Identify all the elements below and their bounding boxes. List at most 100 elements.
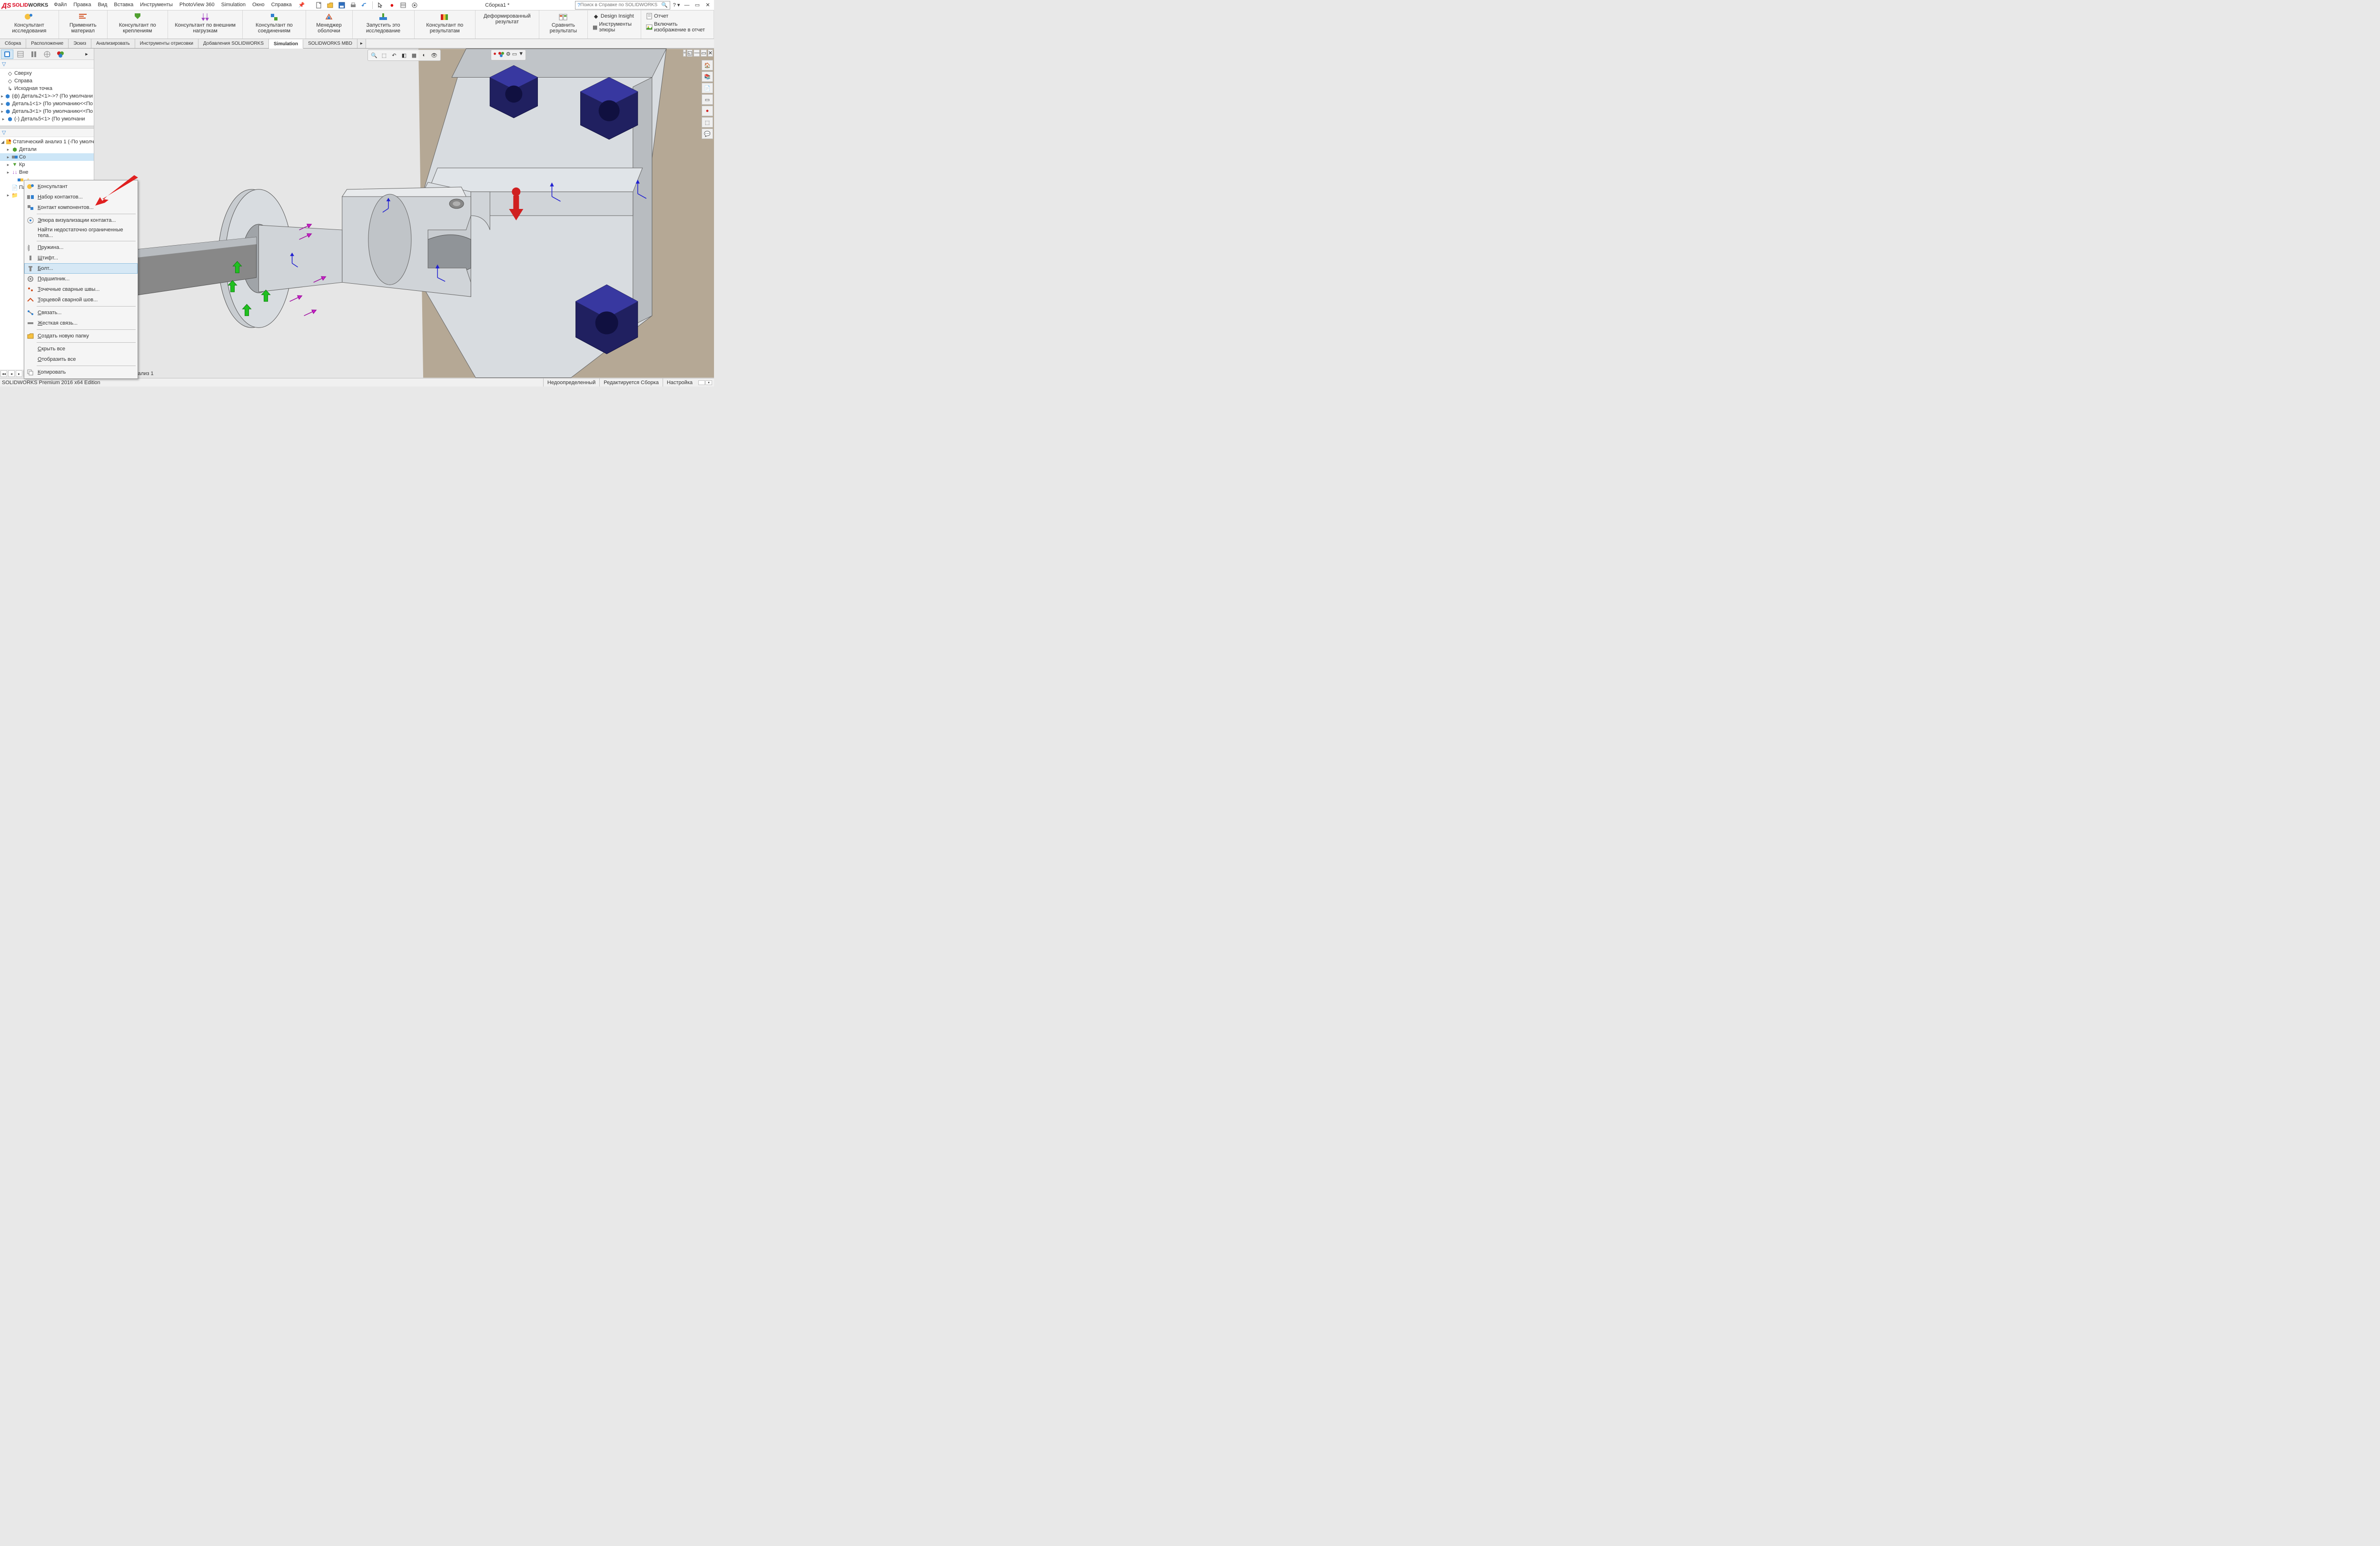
pane-appearance-icon[interactable]: ● <box>702 106 713 116</box>
compare-button[interactable]: Сравнить результаты <box>542 11 585 35</box>
status-btn-1[interactable] <box>698 380 705 385</box>
menu-window[interactable]: Окно <box>252 2 265 8</box>
ctx-new-folder[interactable]: Создать новую папку <box>24 331 138 341</box>
tree-parts[interactable]: ▸⬢Детали <box>0 146 94 153</box>
options-icon[interactable] <box>398 1 408 10</box>
tree-part-3[interactable]: ▸⬢Деталь3<1> (По умолчанию<<По <box>0 108 94 115</box>
section-icon[interactable]: ◧ <box>400 51 408 59</box>
undo-icon[interactable] <box>360 1 369 10</box>
scroll-next-icon[interactable]: ▸ <box>16 370 22 377</box>
menu-photoview[interactable]: PhotoView 360 <box>179 2 215 8</box>
ctx-edge-weld[interactable]: Торцевой сварной шов... <box>24 295 138 305</box>
tree-right-plane[interactable]: ◇Справа <box>0 77 94 85</box>
vp-min-icon[interactable]: — <box>694 50 700 57</box>
pane-forum-icon[interactable]: 💬 <box>702 129 713 139</box>
tree-study[interactable]: ◢Статический анализ 1 (-По умолчань <box>0 138 94 146</box>
ctx-rigid[interactable]: Жесткая связь... <box>24 318 138 328</box>
menu-edit[interactable]: Правка <box>73 2 91 8</box>
tab-layout[interactable]: Расположение <box>26 39 69 48</box>
apply-scene-icon[interactable] <box>498 51 505 59</box>
menu-insert[interactable]: Вставка <box>114 2 133 8</box>
vp-close-icon[interactable]: ✕ <box>708 50 713 57</box>
zoom-fit-icon[interactable]: 🔍 <box>370 51 378 59</box>
maximize-icon[interactable]: ▭ <box>693 1 702 10</box>
tab-sketch[interactable]: Эскиз <box>69 39 91 48</box>
new-icon[interactable] <box>314 1 324 10</box>
ctx-underconstrained[interactable]: Найти недостаточно ограниченные тела... <box>24 226 138 240</box>
report-button[interactable]: Отчет <box>644 12 670 20</box>
display-state-icon[interactable]: ▼ <box>518 51 524 59</box>
tab-scroll-right[interactable]: ▸ <box>357 39 366 48</box>
tree-origin[interactable]: ↳Исходная точка <box>0 85 94 92</box>
ctx-link[interactable]: Связать... <box>24 307 138 318</box>
menu-view[interactable]: Вид <box>98 2 107 8</box>
ctx-show-all[interactable]: Отобразить все <box>24 354 138 365</box>
pane-doc-icon[interactable]: 📄 <box>702 83 713 93</box>
zoom-area-icon[interactable]: ⬚ <box>380 51 388 59</box>
minimize-icon[interactable]: — <box>683 1 691 10</box>
menu-file[interactable]: Файл <box>54 2 67 8</box>
status-btn-2[interactable]: ▾ <box>705 380 712 385</box>
tree-top-plane[interactable]: ◇Сверху <box>0 69 94 77</box>
open-icon[interactable] <box>326 1 335 10</box>
scroll-prev-icon[interactable]: ◂ <box>8 370 15 377</box>
tree-part-4[interactable]: ▸⬢(-) Деталь5<1> (По умолчани <box>0 115 94 123</box>
funnel-icon[interactable]: ▽ <box>2 61 6 67</box>
render-region-icon[interactable]: ▭ <box>512 51 517 59</box>
print-icon[interactable] <box>348 1 358 10</box>
tree-connections[interactable]: ▸Со <box>0 153 94 161</box>
study-advisor-button[interactable]: Консультант исследования <box>3 11 56 35</box>
vp-float-icon[interactable]: ▫ <box>683 50 686 57</box>
edit-appearance-icon[interactable]: ● <box>493 51 496 59</box>
run-button[interactable]: Запустить это исследование <box>356 11 411 35</box>
menu-tools[interactable]: Инструменты <box>140 2 173 8</box>
vp-max-icon[interactable]: ▭ <box>701 50 706 57</box>
help-search[interactable]: ? 🔍 <box>575 1 670 10</box>
dimxpert-tab-icon[interactable] <box>41 50 53 59</box>
tab-assembly[interactable]: Сборка <box>0 39 26 48</box>
results-button[interactable]: Консультант по результатам <box>417 11 472 35</box>
graphics-viewport[interactable]: 🔍 ⬚ ↶ ◧ ▦ ◐ 👁 ● ⚙ ▭ ▼ ▫ ◱ — ▭ ✕ 🏠 📚 📄 ▭ … <box>94 49 714 378</box>
menu-help[interactable]: Справка <box>271 2 292 8</box>
view-setting-icon[interactable]: ⚙ <box>506 51 511 59</box>
status-custom[interactable]: Настройка <box>663 378 696 386</box>
apply-material-button[interactable]: Применить материал <box>62 11 104 35</box>
fixtures-button[interactable]: Консультант по креплениям <box>110 11 165 35</box>
rebuild-icon[interactable]: ● <box>387 1 397 10</box>
tree-fixtures[interactable]: ▸▼Кр <box>0 161 94 168</box>
prev-view-icon[interactable]: ↶ <box>390 51 398 59</box>
ctx-copy[interactable]: Копировать <box>24 367 138 377</box>
loads-button[interactable]: Консультант по внешним нагрузкам <box>171 11 239 35</box>
settings-icon[interactable] <box>410 1 419 10</box>
pane-custom-icon[interactable]: ⬚ <box>702 117 713 128</box>
ctx-bolt[interactable]: Болт... <box>24 263 138 274</box>
include-image-button[interactable]: Включить изображение в отчет <box>644 21 711 33</box>
hide-show-icon[interactable]: 👁 <box>430 51 438 59</box>
config-tab-icon[interactable] <box>28 50 40 59</box>
funnel-icon[interactable]: ▽ <box>2 129 6 136</box>
render-tab-icon[interactable] <box>54 50 67 59</box>
save-icon[interactable] <box>337 1 347 10</box>
help-search-input[interactable] <box>580 2 661 8</box>
tab-mbd[interactable]: SOLIDWORKS MBD <box>303 39 357 48</box>
ctx-contact-viz[interactable]: Эпюра визуализации контакта... <box>24 215 138 226</box>
close-icon[interactable]: ✕ <box>704 1 712 10</box>
scroll-first-icon[interactable]: ◂◂ <box>0 370 7 377</box>
pane-home-icon[interactable]: 🏠 <box>702 60 713 70</box>
feature-tree-tab-icon[interactable] <box>1 50 13 59</box>
help-dropdown-icon[interactable]: ? ▾ <box>672 1 681 10</box>
pane-lib-icon[interactable]: 📚 <box>702 71 713 82</box>
tab-simulation[interactable]: Simulation <box>269 40 303 49</box>
pane-view-icon[interactable]: ▭ <box>702 94 713 105</box>
menu-simulation[interactable]: Simulation <box>221 2 246 8</box>
tab-evaluate[interactable]: Анализировать <box>91 39 135 48</box>
ctx-hide-all[interactable]: Скрыть все <box>24 344 138 354</box>
ctx-bearing[interactable]: Подшипник... <box>24 274 138 284</box>
property-tab-icon[interactable] <box>14 50 27 59</box>
ctx-pin[interactable]: Штифт... <box>24 253 138 263</box>
tab-addins[interactable]: Добавления SOLIDWORKS <box>198 39 269 48</box>
tree-part-2[interactable]: ▸⬢Деталь1<1> (По умолчанию<<По <box>0 100 94 108</box>
display-style-icon[interactable]: ◐ <box>420 51 428 59</box>
shell-button[interactable]: Менеджер оболочки <box>309 11 349 35</box>
menu-pin-icon[interactable]: 📌 <box>298 2 305 8</box>
